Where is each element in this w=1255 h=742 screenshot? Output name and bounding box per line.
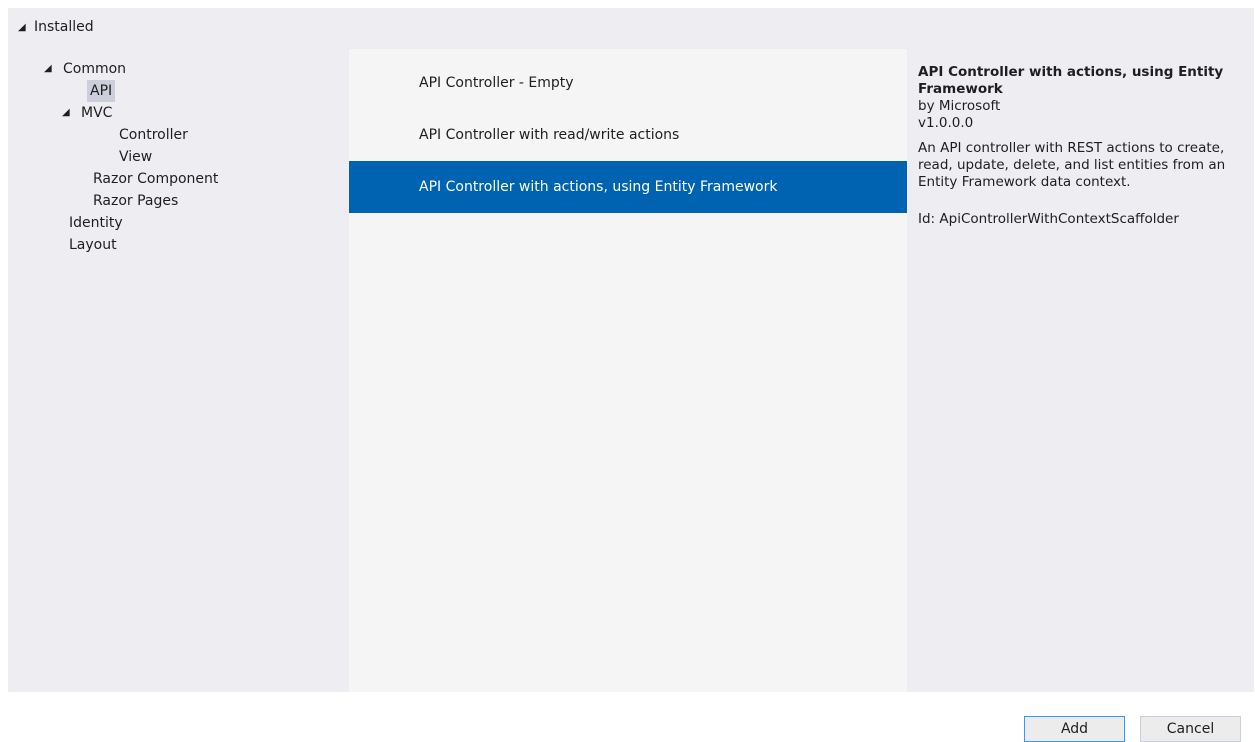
tree-item-controller[interactable]: Controller [116, 124, 191, 146]
add-scaffold-dialog: ◢ Installed ◢ Common API ◢ MVC Controlle… [0, 0, 1255, 742]
tree-item-view[interactable]: View [116, 146, 155, 168]
details-title: API Controller with actions, using Entit… [918, 64, 1224, 97]
expanded-triangle-icon[interactable]: ◢ [62, 102, 72, 124]
template-item-label: API Controller with actions, using Entit… [419, 179, 778, 195]
tree-item-label: View [119, 149, 153, 165]
template-item-label: API Controller - Empty [419, 75, 574, 91]
template-item-api-read-write[interactable]: API Controller with read/write actions [349, 109, 907, 161]
tree-item-label: MVC [81, 105, 113, 121]
details-description: An API controller with REST actions to c… [918, 140, 1226, 190]
tree-item-mvc[interactable]: ◢ MVC [62, 102, 115, 124]
add-button[interactable]: Add [1024, 716, 1125, 742]
tree-item-label: Controller [119, 127, 188, 143]
tree-item-razor-component[interactable]: Razor Component [90, 168, 221, 190]
details-id: Id: ApiControllerWithContextScaffolder [918, 211, 1179, 227]
expanded-triangle-icon[interactable]: ◢ [44, 58, 54, 80]
cancel-button[interactable]: Cancel [1140, 716, 1241, 742]
template-item-api-entity-framework[interactable]: API Controller with actions, using Entit… [349, 161, 907, 213]
tree-item-label: Layout [69, 237, 117, 253]
tree-item-label: Razor Component [93, 171, 219, 187]
template-details: API Controller with actions, using Entit… [918, 64, 1238, 228]
details-version: v1.0.0.0 [918, 115, 974, 131]
tree-root-installed[interactable]: ◢ Installed [18, 17, 94, 37]
tree-item-label: Razor Pages [93, 193, 179, 209]
tree-item-label: Common [63, 61, 127, 77]
tree-item-label: API [87, 80, 116, 102]
details-author: by Microsoft [918, 98, 1001, 114]
tree-item-razor-pages[interactable]: Razor Pages [90, 190, 181, 212]
template-list: API Controller - Empty API Controller wi… [349, 49, 907, 692]
expanded-triangle-icon[interactable]: ◢ [18, 22, 28, 33]
template-item-label: API Controller with read/write actions [419, 127, 680, 143]
template-item-api-empty[interactable]: API Controller - Empty [349, 57, 907, 109]
tree-item-common[interactable]: ◢ Common [44, 58, 129, 80]
tree-root-label: Installed [34, 19, 94, 35]
tree-item-layout[interactable]: Layout [66, 234, 120, 256]
tree-item-api[interactable]: API [87, 80, 116, 102]
tree-item-label: Identity [69, 215, 123, 231]
tree-item-identity[interactable]: Identity [66, 212, 126, 234]
